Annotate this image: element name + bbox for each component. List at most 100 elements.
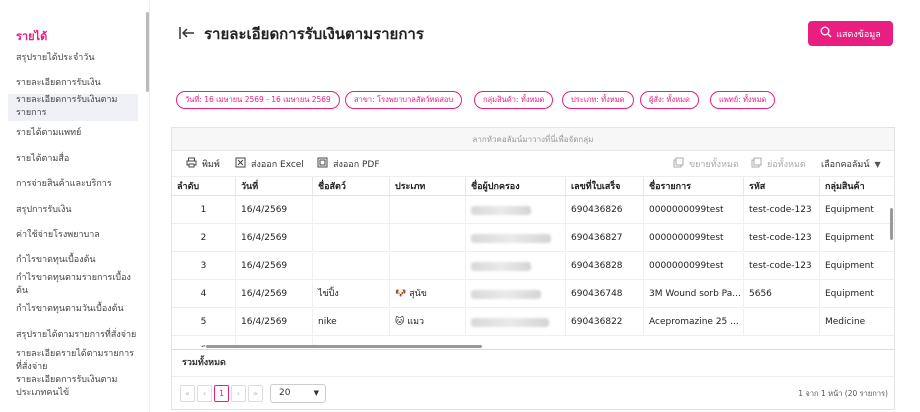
choose-columns-dropdown[interactable]: เลือกคอลัมน์ ▼ xyxy=(821,152,881,176)
column-header-owner[interactable]: ชื่อผู้ปกครอง xyxy=(466,177,566,197)
collapse-all-button[interactable]: ย่อทั้งหมด xyxy=(751,152,806,176)
column-header-code[interactable]: รหัส xyxy=(744,177,820,197)
sidebar-item-profit-by-day[interactable]: กำไรขาดทุนตามวันเบื้องต้น xyxy=(16,303,138,316)
cell-no: 1 xyxy=(172,197,236,224)
pagination: « ‹ 1 › » 20 ▼ 1 จาก 1 หน้า (20 รายการ) xyxy=(172,376,894,409)
table-body: 1 16/4/2569 690436826 0000000099test tes… xyxy=(172,197,894,347)
column-header-type[interactable]: ประเภท xyxy=(390,177,466,197)
table-row[interactable]: 5 16/4/2569 nike 🐱 แมว 690436822 Aceprom… xyxy=(172,309,894,336)
horizontal-scrollbar[interactable] xyxy=(206,345,482,348)
sidebar-item-dispense[interactable]: การจ่ายสินค้าและบริการ xyxy=(16,178,138,191)
cell-date: 16/4/2569 xyxy=(236,309,313,336)
excel-icon xyxy=(235,157,246,171)
cell-type: 🐱 แมว xyxy=(390,309,466,336)
prev-page-button[interactable]: ‹ xyxy=(197,385,212,402)
filter-chip-product-group[interactable]: กลุ่มสินค้า: ทั้งหมด xyxy=(474,91,554,109)
filter-chip-orderer[interactable]: ผู้สั่ง: ทั้งหมด xyxy=(640,91,699,109)
cell-pet-name: nike xyxy=(313,309,390,336)
export-pdf-button[interactable]: ส่งออก PDF xyxy=(317,152,380,176)
cell-receipt: 690436827 xyxy=(566,225,644,252)
redacted-text xyxy=(471,318,549,327)
expand-all-button[interactable]: ขยายทั้งหมด xyxy=(673,152,739,176)
page-size-value: 20 xyxy=(279,388,291,398)
app-root: รายได้ สรุปรายได้ประจำวัน รายละเอียดการร… xyxy=(0,0,920,412)
cell-receipt: 690436828 xyxy=(566,253,644,280)
table-row[interactable]: 3 16/4/2569 690436828 0000000099test tes… xyxy=(172,253,894,280)
cell-item-name: 0000000099test xyxy=(644,253,744,280)
cell-item-name: 0000000099test xyxy=(644,197,744,224)
page-button-current[interactable]: 1 xyxy=(214,385,229,402)
cell-date: 16/4/2569 xyxy=(236,197,313,224)
sidebar-item-income-by-media[interactable]: รายได้ตามสื่อ xyxy=(16,153,138,166)
printer-icon xyxy=(186,157,197,171)
expand-all-label: ขยายทั้งหมด xyxy=(689,160,739,170)
next-page-button[interactable]: › xyxy=(231,385,246,402)
cell-type xyxy=(390,197,466,224)
sidebar-item-income-by-doctor[interactable]: รายได้ตามแพทย์ xyxy=(16,127,138,140)
last-page-button[interactable]: » xyxy=(248,385,263,402)
page-size-select[interactable]: 20 ▼ xyxy=(270,384,326,403)
print-button[interactable]: พิมพ์ xyxy=(186,152,220,176)
column-header-item-name[interactable]: ชื่อรายการ xyxy=(644,177,744,197)
cell-product-group: Equipment xyxy=(825,205,874,215)
show-data-button[interactable]: แสดงข้อมูล xyxy=(808,21,893,46)
column-header-pet-name[interactable]: ชื่อสัตว์ xyxy=(313,177,390,197)
cell-receipt: 690436826 xyxy=(566,197,644,224)
redacted-text xyxy=(471,290,541,299)
first-page-button[interactable]: « xyxy=(180,385,195,402)
cell-type: 🐶 สุนัข xyxy=(390,281,466,308)
choose-columns-label: เลือกคอลัมน์ xyxy=(821,160,870,170)
table-row[interactable]: 4 16/4/2569 ไข่ปิ้ง 🐶 สุนัข 690436748 3M… xyxy=(172,281,894,308)
column-header-receipt[interactable]: เลขที่ใบเสร็จ xyxy=(566,177,644,197)
cell-no: 4 xyxy=(172,281,236,308)
page-info: 1 จาก 1 หน้า (20 รายการ) xyxy=(798,389,888,398)
table-row[interactable]: 2 16/4/2569 690436827 0000000099test tes… xyxy=(172,225,894,252)
cell-receipt: 690436822 xyxy=(566,309,644,336)
export-excel-button[interactable]: ส่งออก Excel xyxy=(235,152,304,176)
filter-chip-type[interactable]: ประเภท: ทั้งหมด xyxy=(562,91,634,109)
column-header-no[interactable]: ลำดับ xyxy=(172,177,236,197)
collapse-all-label: ย่อทั้งหมด xyxy=(767,160,806,170)
caret-down-icon: ▼ xyxy=(874,159,881,169)
cell-code xyxy=(744,309,820,336)
table-row[interactable]: 1 16/4/2569 690436826 0000000099test tes… xyxy=(172,197,894,224)
cell-code: test-code-123 xyxy=(744,197,820,224)
filter-chip-doctor[interactable]: แพทย์: ทั้งหมด xyxy=(710,91,776,109)
cell-product-group: Equipment xyxy=(825,261,874,271)
sidebar-item-payment-summary[interactable]: สรุปการรับเงิน xyxy=(16,204,138,217)
cell-owner-redacted xyxy=(466,309,566,336)
cell-item-name: 0000000099test xyxy=(644,225,744,252)
vertical-scrollbar[interactable] xyxy=(890,208,893,240)
filter-chip-branch[interactable]: สาขา: โรงพยาบาลสัตว์ทดสอบ xyxy=(345,91,463,109)
grid-toolbar: พิมพ์ ส่งออก Excel ส่งออก PDF ขยายทั้งหม… xyxy=(172,152,894,176)
back-arrow-icon[interactable] xyxy=(177,23,197,43)
sidebar-item-hospital-expense[interactable]: ค่าใช้จ่ายโรงพยาบาล xyxy=(16,229,138,242)
redacted-text xyxy=(471,234,551,243)
sidebar-item-profit-by-item[interactable]: กำไรขาดทุนตามรายการเบื้องต้น xyxy=(16,272,138,298)
cell-no: 2 xyxy=(172,225,236,252)
column-header-product-group[interactable]: กลุ่มสินค้า xyxy=(820,177,894,197)
data-grid: ลากหัวคอลัมน์มาวางที่นี่เพื่อจัดกลุ่ม พิ… xyxy=(171,127,895,410)
sidebar-item-payment-by-item[interactable]: รายละเอียดการรับเงินตามรายการ xyxy=(8,94,138,121)
filter-chip-date[interactable]: วันที่: 16 เมษายน 2569 - 16 เมษายน 2569 xyxy=(176,91,340,109)
sidebar-item-order-income-detail[interactable]: รายละเอียดรายได้ตามรายการที่สั่งจ่าย xyxy=(16,348,138,374)
sidebar-item-daily-income[interactable]: สรุปรายได้ประจำวัน xyxy=(16,52,138,65)
sidebar-item-order-income-summary[interactable]: สรุปรายได้ตามรายการที่สั่งจ่าย xyxy=(16,329,138,342)
group-drop-zone[interactable]: ลากหัวคอลัมน์มาวางที่นี่เพื่อจัดกลุ่ม xyxy=(172,128,894,151)
sidebar-scrollbar[interactable] xyxy=(146,12,149,92)
cell-owner-redacted xyxy=(466,253,566,280)
cell-code: test-code-123 xyxy=(744,253,820,280)
sidebar-item-payment-by-patient-type[interactable]: รายละเอียดการรับเงินตามประเภทคนไข้ xyxy=(16,374,138,400)
show-data-label: แสดงข้อมูล xyxy=(836,29,881,40)
cell-no: 5 xyxy=(172,309,236,336)
print-label: พิมพ์ xyxy=(202,160,220,170)
column-header-date[interactable]: วันที่ xyxy=(236,177,313,197)
cell-product-group: Equipment xyxy=(825,289,874,299)
sidebar-item-basic-profit[interactable]: กำไรขาดทุนเบื้องต้น xyxy=(16,254,138,267)
search-icon xyxy=(820,26,832,41)
cell-type-label: สุนัข xyxy=(409,289,427,299)
cell-product-group: Equipment xyxy=(825,233,874,243)
export-pdf-label: ส่งออก PDF xyxy=(333,160,380,170)
cell-pet-name xyxy=(313,253,390,280)
sidebar-item-payment-detail[interactable]: รายละเอียดการรับเงิน xyxy=(16,77,138,90)
